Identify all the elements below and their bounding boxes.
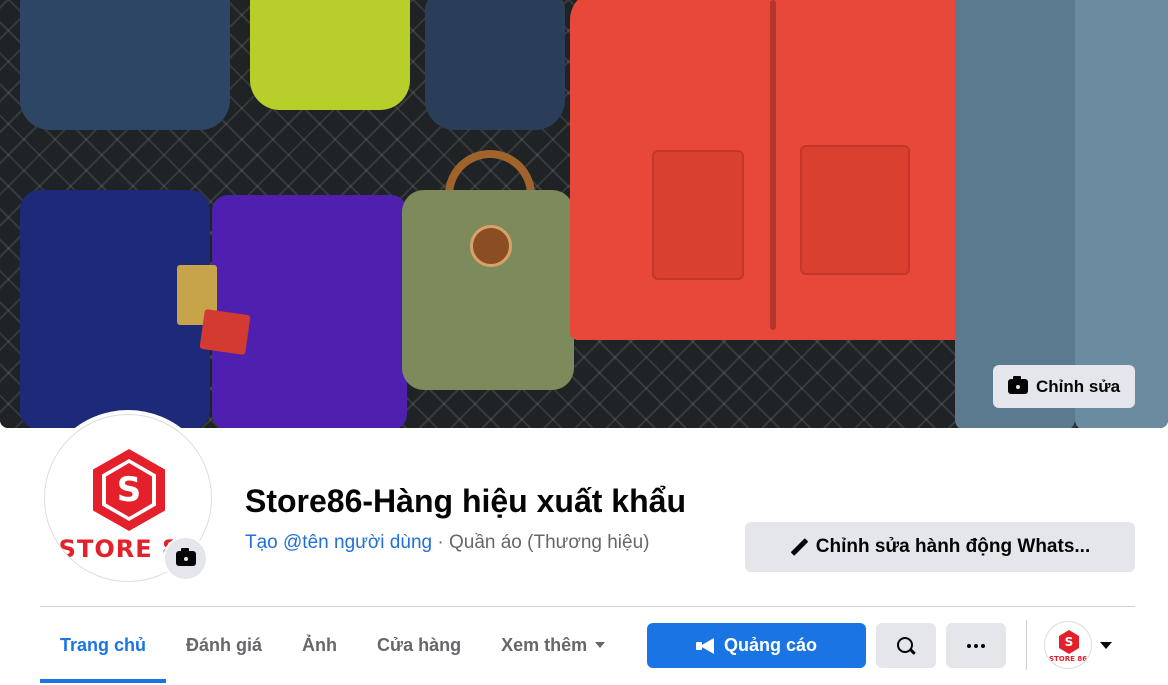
edit-whatsapp-action-button[interactable]: Chỉnh sửa hành động Whats... [745, 522, 1135, 572]
camera-icon [175, 548, 196, 566]
caret-down-icon [595, 642, 606, 648]
cover-backpack-lime [250, 0, 410, 110]
megaphone-icon [695, 637, 716, 654]
update-profile-picture-button[interactable] [163, 536, 208, 581]
mini-logo-text: STORE 86 [1048, 655, 1088, 663]
edit-cover-label: Chỉnh sửa [1035, 376, 1121, 396]
create-username-link[interactable]: Tạo @tên người dùng [245, 532, 432, 553]
page-subtitle: Tạo @tên người dùng · Quần áo (Thương hi… [245, 532, 649, 554]
tab-reviews[interactable]: Đánh giá [166, 607, 282, 683]
more-options-button[interactable] [946, 623, 1006, 668]
cover-pants-blue [1075, 0, 1168, 428]
search-button[interactable] [876, 623, 936, 668]
cover-bag-logo [470, 225, 512, 267]
store-logo-hexagon: S [93, 449, 165, 531]
search-icon [896, 636, 916, 656]
profile-switcher[interactable]: S STORE 86 [1044, 620, 1124, 670]
subtitle-separator: · [432, 532, 449, 553]
tab-more[interactable]: Xem thêm [481, 607, 625, 683]
mini-avatar: S STORE 86 [1044, 621, 1092, 669]
tab-home[interactable]: Trang chủ [40, 607, 167, 683]
cover-bag-purple [212, 195, 407, 428]
camera-icon [1007, 376, 1028, 394]
edit-cover-button[interactable]: Chỉnh sửa [993, 365, 1135, 408]
advertise-label: Quảng cáo [723, 635, 817, 655]
page-tabs: Trang chủ Đánh giá Ảnh Cửa hàng Xem thêm [40, 607, 625, 685]
cover-jacket-pocket [800, 145, 910, 275]
cover-photo[interactable]: Chỉnh sửa [0, 0, 1168, 428]
ellipsis-icon [967, 643, 971, 648]
edit-action-label: Chỉnh sửa hành động Whats... [815, 536, 1091, 557]
cover-jacket-pocket [652, 150, 744, 280]
page-title: Store86-Hàng hiệu xuất khẩu [245, 483, 686, 519]
cover-jacket-zip [770, 0, 776, 330]
chevron-down-icon [1100, 641, 1112, 649]
mini-logo-letter: S [1059, 630, 1079, 654]
cover-backpack-navy [20, 0, 230, 130]
page-category: Quần áo (Thương hiệu) [448, 532, 650, 553]
cover-pants-blue [955, 0, 1075, 428]
cover-backpack-blue [425, 0, 565, 130]
cover-bag-green [402, 190, 574, 390]
tab-photos[interactable]: Ảnh [282, 607, 357, 683]
facebook-page-header: Chỉnh sửa S STORE 86 Store86-Hàng hiệu x… [0, 0, 1168, 685]
pencil-icon [790, 538, 808, 556]
action-separator [1026, 620, 1027, 670]
tab-shop[interactable]: Cửa hàng [357, 607, 481, 683]
store-logo-letter: S [106, 463, 152, 517]
advertise-button[interactable]: Quảng cáo [647, 623, 866, 668]
cover-brand-tag [199, 308, 251, 356]
